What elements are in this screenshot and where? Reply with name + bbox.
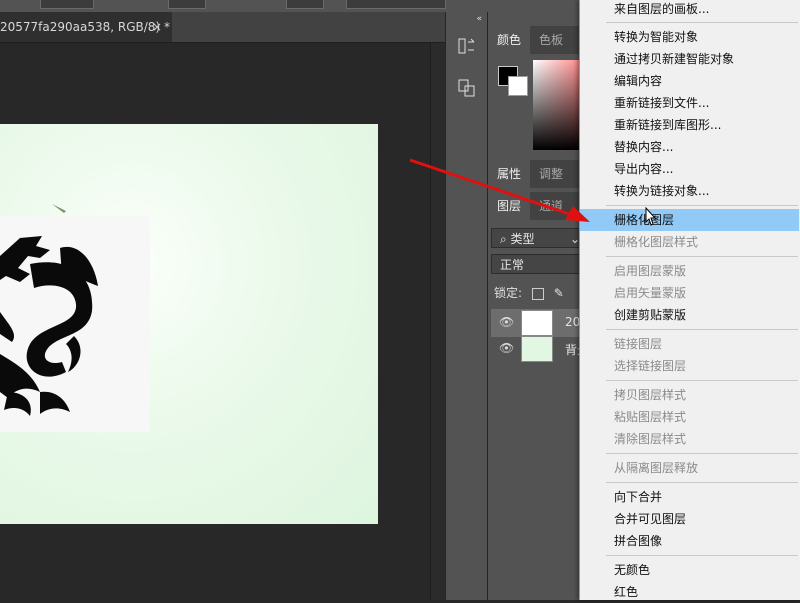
dragon-silhouette-icon (0, 236, 98, 416)
lock-label-text: 锁定: (494, 286, 523, 300)
height-field[interactable] (286, 0, 324, 9)
menu-item: 栅格化图层样式 (614, 235, 699, 249)
menu-item[interactable]: 重新链接到文件... (580, 92, 799, 114)
menu-item: 链接图层 (614, 337, 663, 351)
document-tab[interactable]: 20577fa290aa538, RGB/8) * × (0, 12, 172, 42)
menu-separator (606, 329, 798, 330)
menu-item[interactable]: 无颜色 (580, 559, 799, 581)
layer-row[interactable]: 👁 背景 (491, 335, 591, 363)
menu-item[interactable]: 转换为链接对象... (580, 180, 799, 202)
menu-separator (606, 453, 798, 454)
menu-item[interactable]: 转换为智能对象 (580, 26, 799, 48)
menu-separator (606, 555, 798, 556)
menu-item[interactable]: 编辑内容 (580, 70, 799, 92)
pen-cursor-icon (52, 204, 66, 213)
menu-separator (606, 482, 798, 483)
document-canvas[interactable] (0, 124, 378, 524)
menu-item[interactable]: 合并可见图层 (580, 508, 799, 530)
menu-item: 选择链接图层 (614, 359, 687, 373)
collapsed-panel-dock: « (445, 12, 488, 600)
collapse-arrows-icon[interactable]: « (476, 14, 482, 24)
mode-select[interactable] (40, 0, 94, 9)
menu-item: 从隔离图层释放 (614, 461, 699, 475)
eye-icon[interactable]: 👁 (499, 315, 514, 329)
document-tab-bar: 20577fa290aa538, RGB/8) * × (0, 12, 445, 43)
background-color-swatch[interactable] (508, 76, 528, 96)
layer-context-menu: 来自图层的画板... 转换为智能对象 通过拷贝新建智能对象 编辑内容 重新链接到… (579, 0, 800, 600)
menu-item: 粘贴图层样式 (614, 410, 687, 424)
annotation-arrow-icon (409, 158, 590, 222)
menu-item[interactable]: 向下合并 (580, 486, 799, 508)
lock-label: 锁定: ✎ (494, 284, 564, 301)
menu-item[interactable]: 导出内容... (580, 158, 799, 180)
layer-thumbnail (521, 310, 553, 336)
history-panel-icon[interactable] (455, 36, 479, 60)
menu-item: 拷贝图层样式 (614, 388, 687, 402)
menu-item: 启用图层蒙版 (614, 264, 687, 278)
mouse-pointer-icon (645, 207, 657, 226)
menu-item[interactable]: 创建剪贴蒙版 (580, 304, 799, 326)
menu-item: 清除图层样式 (614, 432, 687, 446)
lock-transparency-icon[interactable] (531, 287, 544, 300)
menu-separator (606, 205, 798, 206)
menu-item[interactable]: 拼合图像 (580, 530, 799, 552)
menu-item[interactable]: 通过拷贝新建智能对象 (580, 48, 799, 70)
width-field[interactable] (168, 0, 206, 9)
lock-brush-icon[interactable]: ✎ (554, 286, 564, 300)
menu-item-rasterize-layer[interactable]: 栅格化图层 (580, 209, 799, 231)
vertical-scrollbar[interactable] (430, 43, 445, 600)
properties-panel-icon[interactable] (455, 78, 479, 102)
right-panel-dock: 颜色 色板 属性 调整 图层 通道 ⌕ 类型 ⌄ 正常 锁定: ✎ 👁 205 … (487, 12, 593, 600)
menu-separator (606, 380, 798, 381)
menu-item[interactable]: 重新链接到库图形... (580, 114, 799, 136)
dragon-image-layer[interactable] (0, 216, 150, 432)
select-and-mask-button[interactable] (346, 0, 446, 9)
menu-item: 启用矢量蒙版 (614, 286, 687, 300)
eye-icon[interactable]: 👁 (499, 341, 514, 355)
layer-row[interactable]: 👁 205 (491, 309, 591, 337)
menu-separator (606, 256, 798, 257)
canvas-area[interactable] (0, 43, 430, 600)
menu-item[interactable]: 来自图层的画板... (580, 0, 799, 20)
tab-color[interactable]: 颜色 (488, 26, 531, 54)
layer-thumbnail (521, 336, 553, 362)
blend-mode-value: 正常 (500, 258, 525, 272)
document-tab-title: 20577fa290aa538, RGB/8) * (0, 20, 170, 34)
close-icon[interactable]: × (152, 12, 162, 42)
color-panel-tabs: 颜色 色板 (488, 26, 588, 54)
menu-item[interactable]: 替换内容... (580, 136, 799, 158)
options-bar (0, 0, 580, 12)
blend-mode-select[interactable]: 正常 (491, 254, 591, 274)
tab-swatches[interactable]: 色板 (530, 26, 572, 54)
menu-separator (606, 22, 798, 23)
